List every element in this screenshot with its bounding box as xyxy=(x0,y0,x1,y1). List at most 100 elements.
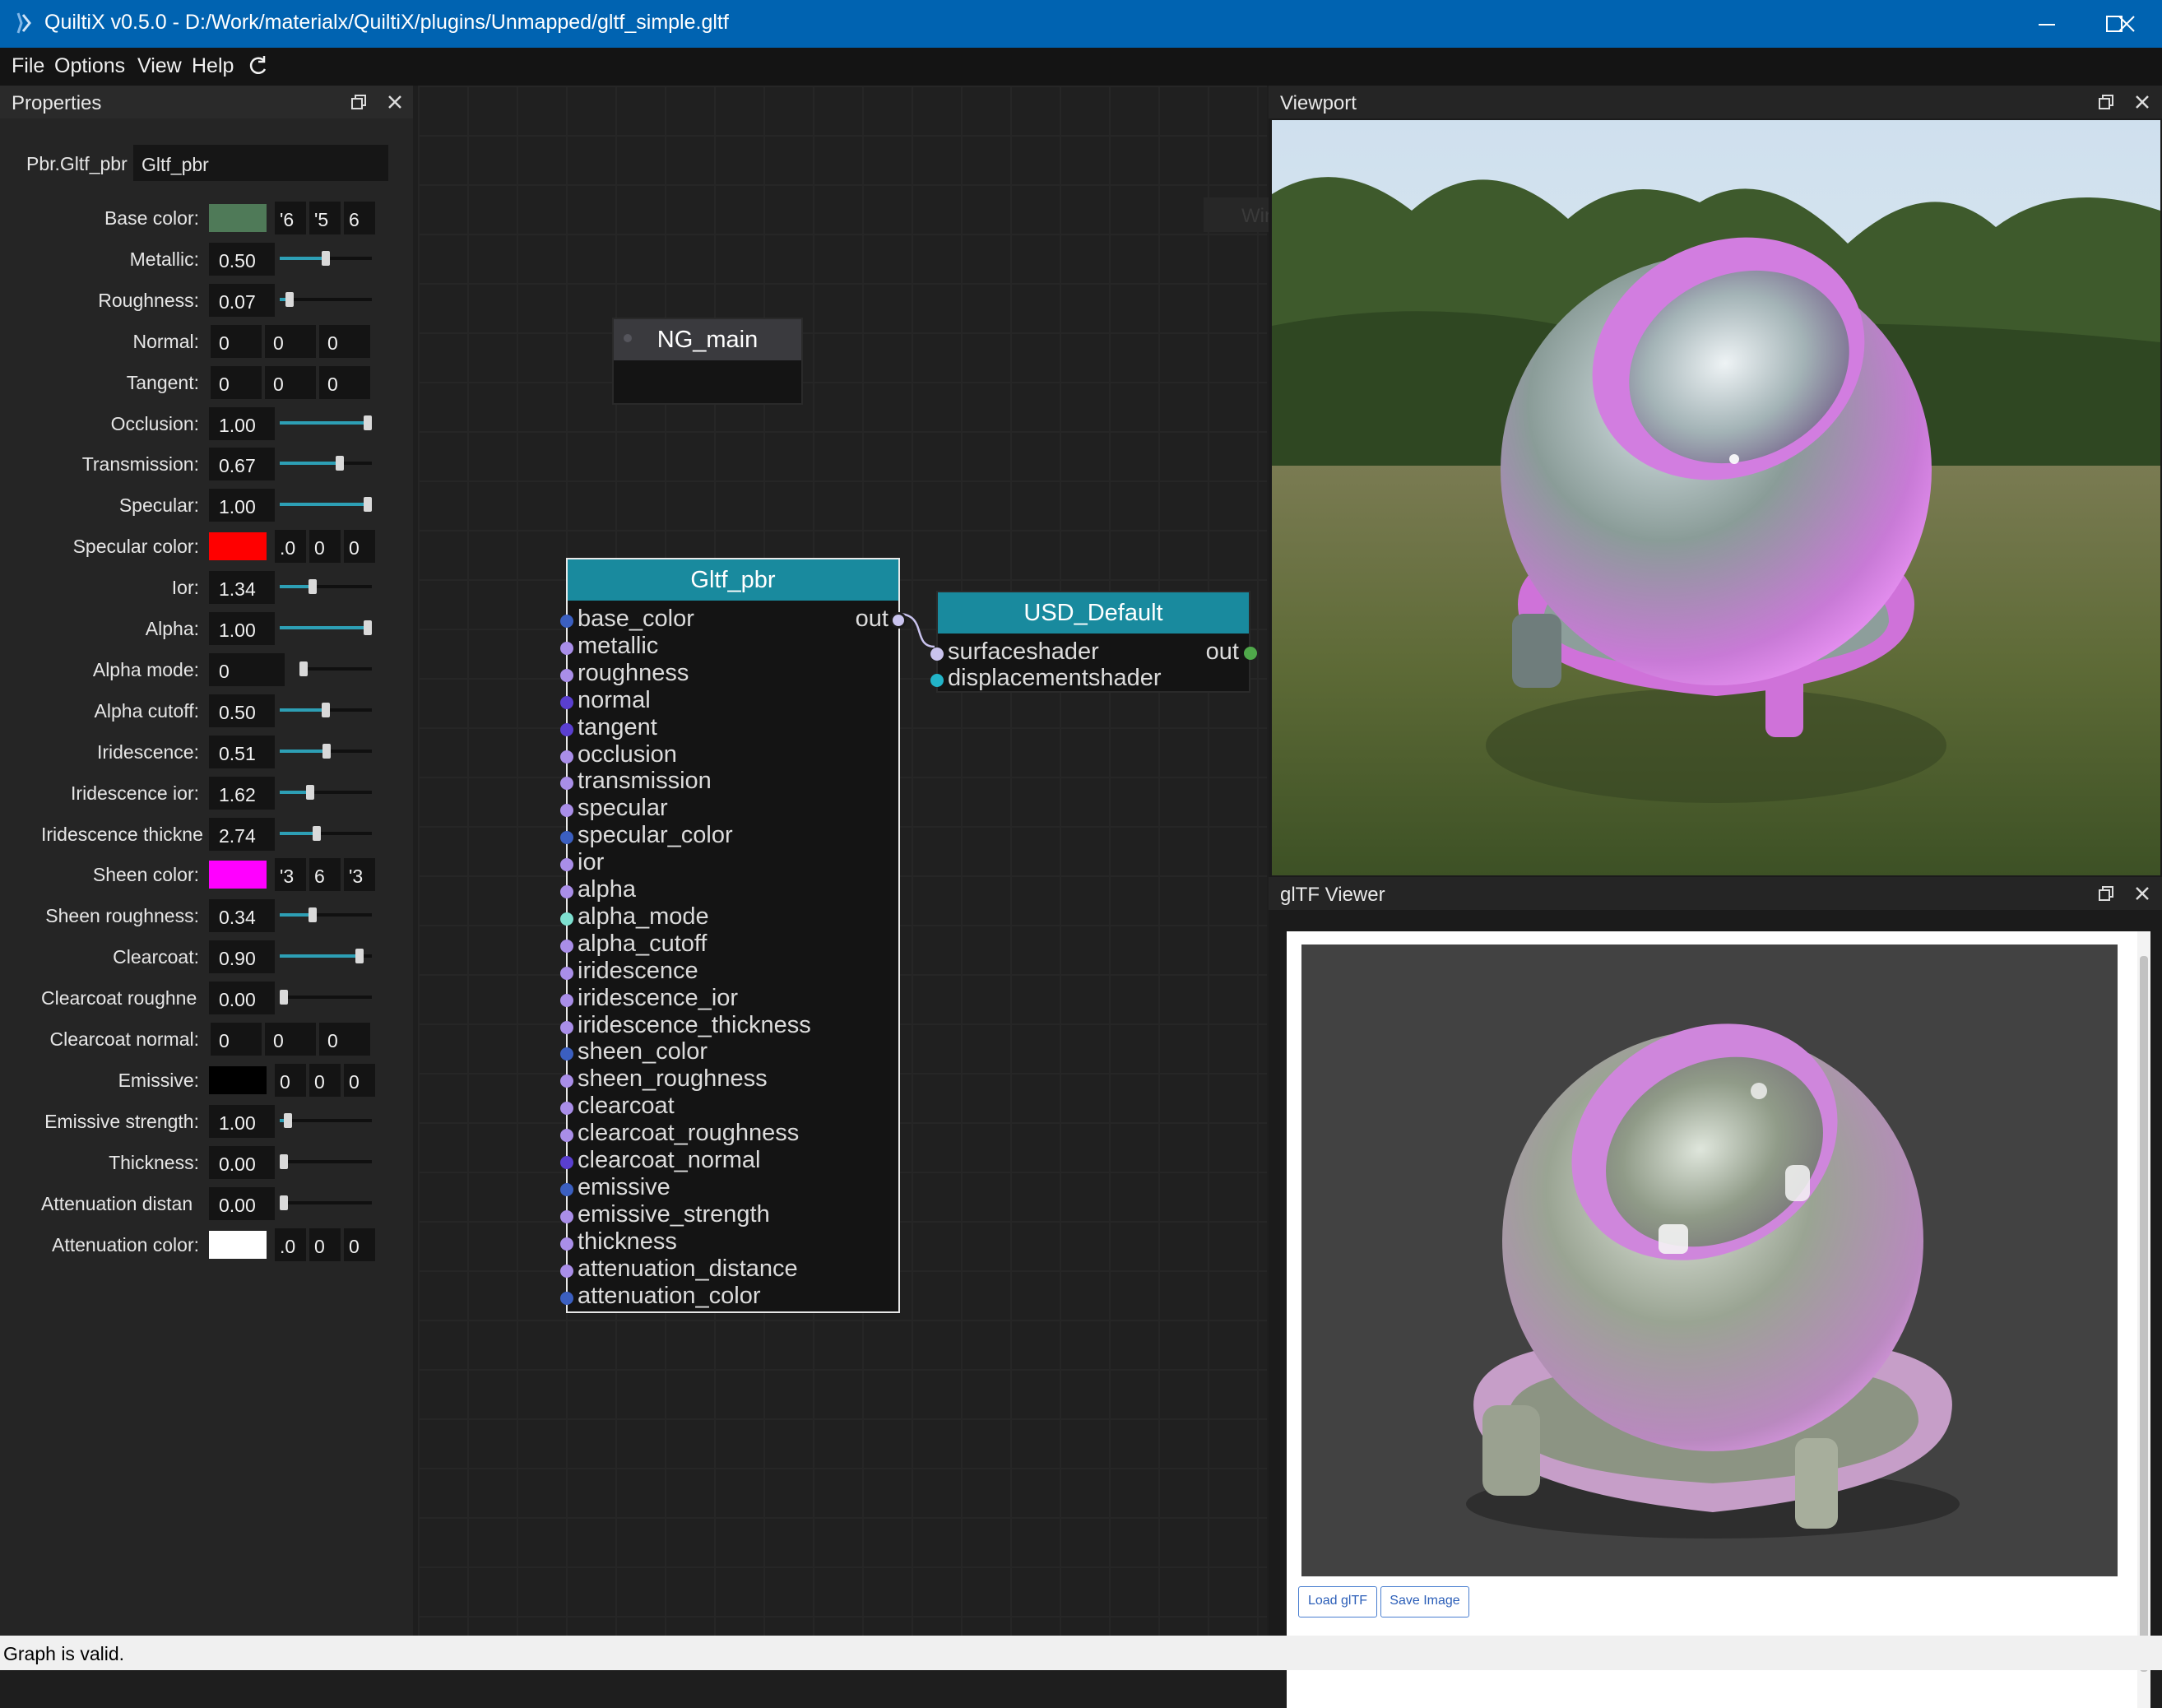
property-value-field[interactable]: 0.00 xyxy=(209,1186,275,1220)
minimize-button[interactable] xyxy=(2011,0,2080,48)
color-component-field[interactable]: 6 xyxy=(309,858,341,892)
input-port[interactable] xyxy=(560,1209,573,1223)
slider-knob[interactable] xyxy=(364,415,372,430)
slider-knob[interactable] xyxy=(299,661,308,676)
property-slider[interactable] xyxy=(280,743,372,759)
slider-knob[interactable] xyxy=(305,784,314,800)
gltf-viewer-render[interactable] xyxy=(1301,945,2118,1576)
slider-knob[interactable] xyxy=(364,620,372,635)
property-value-field[interactable]: 1.00 xyxy=(209,406,275,440)
property-slider[interactable] xyxy=(280,250,372,266)
viewer-scroll-thumb[interactable] xyxy=(2140,956,2148,1672)
input-port[interactable] xyxy=(930,647,944,661)
input-port[interactable] xyxy=(560,668,573,682)
slider-knob[interactable] xyxy=(280,990,288,1005)
color-component-field[interactable]: 0 xyxy=(344,1063,375,1097)
input-port[interactable] xyxy=(560,641,573,655)
property-value-field[interactable]: 0.90 xyxy=(209,940,275,974)
save-image-button[interactable]: Save Image xyxy=(1380,1586,1469,1617)
property-value-field[interactable]: 0.34 xyxy=(209,899,275,933)
input-port[interactable] xyxy=(560,1129,573,1143)
load-gltf-button[interactable]: Load glTF xyxy=(1298,1586,1377,1617)
node-gltf-pbr[interactable]: Gltf_pbr out base_color metallic roughness… xyxy=(560,558,907,1313)
property-slider[interactable] xyxy=(280,949,372,964)
input-port[interactable] xyxy=(560,1020,573,1034)
slider-knob[interactable] xyxy=(285,291,295,307)
input-port[interactable] xyxy=(930,674,944,687)
color-component-field[interactable]: '6 xyxy=(275,202,306,234)
input-port[interactable] xyxy=(560,695,573,709)
color-component-field[interactable]: 0 xyxy=(344,1228,375,1261)
slider-knob[interactable] xyxy=(308,579,317,595)
color-component-field[interactable]: 0 xyxy=(309,530,341,564)
menu-options[interactable]: Options xyxy=(54,54,125,78)
slider-knob[interactable] xyxy=(280,1153,288,1169)
input-port[interactable] xyxy=(560,912,573,926)
property-slider[interactable] xyxy=(280,825,372,841)
vector-component-field[interactable]: 0 xyxy=(265,324,316,358)
node-name-field[interactable]: Gltf_pbr xyxy=(133,145,388,181)
color-component-field[interactable]: .0 xyxy=(275,530,306,564)
vector-component-field[interactable]: 0 xyxy=(211,365,262,399)
color-component-field[interactable]: 0 xyxy=(344,530,375,564)
input-port[interactable] xyxy=(560,885,573,898)
slider-knob[interactable] xyxy=(322,250,330,266)
property-slider[interactable] xyxy=(280,291,372,307)
color-swatch[interactable] xyxy=(209,861,267,889)
color-component-field[interactable]: 0 xyxy=(309,1228,341,1261)
close-panel-icon[interactable] xyxy=(2131,882,2154,905)
slider-knob[interactable] xyxy=(355,949,364,964)
input-port[interactable] xyxy=(560,1102,573,1116)
property-value-field[interactable]: 1.62 xyxy=(209,776,275,810)
input-port[interactable] xyxy=(560,831,573,845)
slider-knob[interactable] xyxy=(312,825,321,841)
property-slider[interactable] xyxy=(280,1195,372,1210)
property-value-field[interactable]: 0.50 xyxy=(209,242,275,276)
property-value-field[interactable]: 1.00 xyxy=(209,612,275,645)
slider-knob[interactable] xyxy=(322,743,332,759)
input-port[interactable] xyxy=(560,1156,573,1169)
input-port[interactable] xyxy=(560,1237,573,1251)
property-slider[interactable] xyxy=(280,990,372,1005)
input-port[interactable] xyxy=(560,722,573,736)
color-swatch[interactable] xyxy=(209,532,267,561)
property-value-field[interactable]: 2.74 xyxy=(209,817,275,851)
slider-knob[interactable] xyxy=(364,497,372,513)
input-port[interactable] xyxy=(560,1182,573,1196)
property-slider[interactable] xyxy=(280,456,372,471)
usd-default-out-port[interactable] xyxy=(1244,647,1257,660)
vector-component-field[interactable]: 0 xyxy=(211,1023,262,1056)
slider-knob[interactable] xyxy=(308,907,317,923)
vector-component-field[interactable]: 0 xyxy=(319,365,370,399)
close-button[interactable] xyxy=(2093,0,2162,48)
vector-component-field[interactable]: 0 xyxy=(319,324,370,358)
input-port[interactable] xyxy=(560,939,573,953)
property-value-field[interactable]: 0.07 xyxy=(209,283,275,317)
color-swatch[interactable] xyxy=(209,204,267,232)
menu-file[interactable]: File xyxy=(12,54,44,78)
vector-component-field[interactable]: 0 xyxy=(265,365,316,399)
color-component-field[interactable]: '5 xyxy=(309,202,341,234)
property-value-field[interactable]: 0.50 xyxy=(209,694,275,727)
close-panel-icon[interactable] xyxy=(2131,91,2154,114)
menu-help[interactable]: Help xyxy=(192,54,234,78)
input-port[interactable] xyxy=(560,1074,573,1088)
property-value-field[interactable]: 1.00 xyxy=(209,1104,275,1138)
input-port[interactable] xyxy=(560,750,573,763)
menu-view[interactable]: View xyxy=(137,54,182,78)
property-slider[interactable] xyxy=(280,784,372,800)
input-port[interactable] xyxy=(560,993,573,1007)
color-swatch[interactable] xyxy=(209,1230,267,1259)
input-port[interactable] xyxy=(560,777,573,791)
slider-knob[interactable] xyxy=(280,1195,288,1210)
float-panel-icon[interactable] xyxy=(2095,882,2118,905)
vector-component-field[interactable]: 0 xyxy=(319,1023,370,1056)
property-slider[interactable] xyxy=(280,907,372,923)
viewport-render[interactable] xyxy=(1272,120,2160,875)
property-value-field[interactable]: 0.00 xyxy=(209,982,275,1015)
color-component-field[interactable]: .0 xyxy=(275,1228,306,1261)
property-value-field[interactable]: 1.34 xyxy=(209,571,275,605)
property-slider[interactable] xyxy=(299,661,372,676)
property-value-field[interactable]: 0 xyxy=(209,652,285,686)
property-value-field[interactable]: 0.67 xyxy=(209,448,275,481)
